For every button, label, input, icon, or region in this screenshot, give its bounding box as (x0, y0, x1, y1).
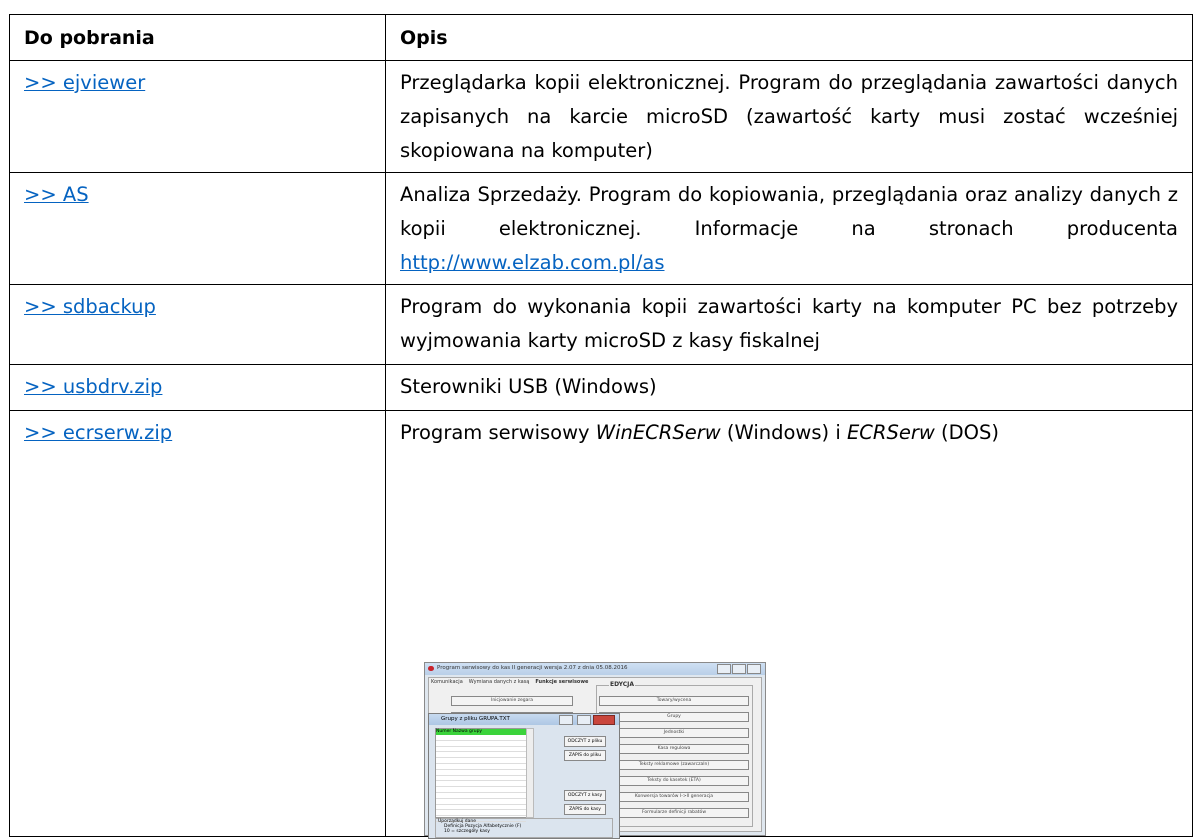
table-header-row: Do pobrania Opis (9, 14, 1193, 61)
window-titlebar: Program serwisowy do kas II generacji we… (425, 663, 765, 675)
screenshot-button: ODCZYT z pliku (564, 736, 606, 747)
scrollbar (526, 728, 534, 818)
header-description: Opis (385, 14, 1193, 61)
app-icon (428, 666, 434, 671)
desc-part: (Windows) i (720, 421, 847, 444)
row-description: Program do wykonania kopii zawartości ka… (385, 284, 1193, 365)
option-2: 10 = szczegóły kasy (444, 829, 490, 834)
row-description: Sterowniki USB (Windows) (385, 364, 1193, 411)
download-link-usbdrv[interactable]: >> usbdrv.zip (24, 375, 162, 398)
window-title: Program serwisowy do kas II generacji we… (437, 665, 628, 671)
tab-communication: Komunikacja (431, 679, 463, 685)
screenshot-button: ZAPIS do pliku (564, 750, 606, 761)
sort-options: Uporządkuj dane Definicja Pozycja Alfabe… (435, 818, 613, 838)
program-name: WinECRSerw (595, 421, 721, 444)
edit-group-label: EDYCJA (609, 681, 636, 688)
download-link-sdbackup[interactable]: >> sdbackup (24, 295, 156, 318)
maximize-icon (732, 664, 746, 674)
producer-link[interactable]: http://www.elzab.com.pl/as (400, 251, 665, 274)
tab-service-functions: Funkcje serwisowe (535, 679, 589, 685)
description-text: Analiza Sprzedaży. Program do kopiowania… (400, 183, 1178, 240)
minimize-icon (717, 664, 731, 674)
screenshot-button: Formularze definicji rabatów (599, 808, 749, 818)
screenshot-button: Jednostki (599, 728, 749, 738)
window-tabs: Komunikacja Wymiana danych z kasą Funkcje … (431, 679, 594, 685)
row-description: Analiza Sprzedaży. Program do kopiowania… (385, 172, 1193, 285)
screenshot-button: Kasa regulowa (599, 744, 749, 754)
screenshot-button: Inicjowanie zegara (451, 696, 573, 706)
tab-data-exchange: Wymiana danych z kasą (468, 679, 530, 685)
desc-part: (DOS) (934, 421, 999, 444)
screenshot-button: Grupy (599, 712, 749, 722)
screenshot-button: Teksty do kasetek (ETA) (599, 776, 749, 786)
download-link-ejviewer[interactable]: >> ejviewer (24, 71, 145, 94)
screenshot-button: Teksty reklamowe (zawarczaln) (599, 760, 749, 770)
groups-dialog: Grupy z pliku GRUPA.TXT Numer Nazwa grup… (428, 713, 620, 839)
header-downloads: Do pobrania (9, 14, 386, 61)
desc-part: Program serwisowy (400, 421, 596, 444)
groups-grid: Numer Nazwa grupy (435, 728, 527, 822)
table-row: >> usbdrv.zip Sterowniki USB (Windows) (9, 364, 1193, 411)
table-row: >> ejviewer Przeglądarka kopii elektroni… (9, 60, 1193, 173)
program-name: ECRSerw (846, 421, 935, 444)
screenshot-button: Konwersja towarów I->II generacja (599, 792, 749, 802)
dialog-titlebar: Grupy z pliku GRUPA.TXT (429, 714, 619, 725)
minimize-icon (559, 715, 573, 725)
close-icon (747, 664, 761, 674)
row-description: Przeglądarka kopii elektronicznej. Progr… (385, 60, 1193, 173)
dialog-title: Grupy z pliku GRUPA.TXT (441, 716, 510, 722)
download-link-as[interactable]: >> AS (24, 183, 89, 206)
screenshot-button: ZAPIS do kasy (564, 804, 606, 815)
close-icon (593, 715, 615, 725)
screenshot-button: ODCZYT z kasy (564, 790, 606, 801)
table-row: >> sdbackup Program do wykonania kopii z… (9, 284, 1193, 365)
download-link-ecrserw[interactable]: >> ecrserw.zip (24, 421, 172, 444)
table-row: >> AS Analiza Sprzedaży. Program do kopi… (9, 172, 1193, 285)
screenshot-button: Towary/wycena (599, 696, 749, 706)
maximize-icon (577, 715, 591, 725)
